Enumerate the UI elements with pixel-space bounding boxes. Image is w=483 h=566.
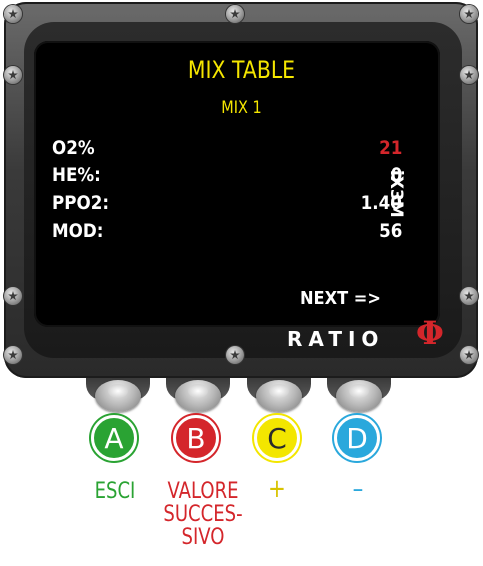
row-value-selected: 21 <box>378 137 402 159</box>
button-d[interactable] <box>336 380 382 412</box>
brand-logo: RATIO <box>287 327 385 351</box>
button-d-action: – <box>352 474 364 504</box>
screw-icon <box>460 287 478 305</box>
button-c-action: + <box>268 474 286 504</box>
row-label: PPO2: <box>52 192 110 214</box>
button-b-letter: B <box>186 421 206 455</box>
row-value: 56 <box>378 220 402 242</box>
screw-icon <box>4 66 22 84</box>
button-b-action: VALORE SUCCES- SIVO <box>163 479 243 550</box>
button-a[interactable] <box>95 380 141 412</box>
row-label: MOD: <box>52 220 104 242</box>
button-d-badge: D <box>334 415 380 461</box>
row-o2: O2% 21 <box>52 137 402 163</box>
button-a-letter: A <box>104 421 124 455</box>
screw-icon <box>460 66 478 84</box>
row-mod: MOD: 56 <box>52 220 402 246</box>
screw-icon <box>226 346 244 364</box>
row-label: HE%: <box>52 164 101 186</box>
button-c[interactable] <box>256 380 302 412</box>
button-a-action: ESCI <box>94 479 136 504</box>
button-b-badge: B <box>173 415 219 461</box>
screw-icon <box>226 5 244 23</box>
screw-icon <box>4 287 22 305</box>
button-a-badge: A <box>91 415 137 461</box>
button-c-badge: C <box>254 415 300 461</box>
screw-icon <box>460 5 478 23</box>
row-label: O2% <box>52 137 95 159</box>
button-c-letter: C <box>267 421 287 455</box>
row-ppo2: PPO2: 1.40 <box>52 192 402 218</box>
phi-logo-icon: Φ <box>416 314 444 352</box>
button-b[interactable] <box>175 380 221 412</box>
screw-icon <box>460 346 478 364</box>
model-label: iX3M <box>386 170 406 218</box>
screen-title: MIX TABLE <box>187 56 296 84</box>
mix-subtitle: MIX 1 <box>221 98 262 118</box>
next-label: NEXT => <box>300 288 381 309</box>
screw-icon <box>4 346 22 364</box>
screw-icon <box>4 5 22 23</box>
button-d-letter: D <box>346 421 368 455</box>
row-he: HE%: 0 <box>52 164 402 190</box>
